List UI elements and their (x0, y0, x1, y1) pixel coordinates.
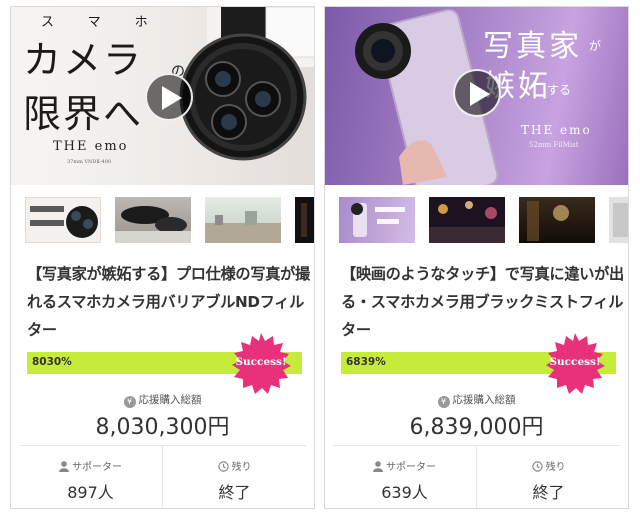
thumbnail-strip (25, 197, 314, 243)
thumbnail-graphic (30, 206, 98, 238)
thumbnail-3[interactable] (205, 197, 281, 243)
stats-row: サポーター 639人 残り 終了 (333, 445, 620, 508)
remaining-label: 残り (545, 462, 566, 473)
hero-title-line1: カメラ (23, 38, 144, 82)
play-icon (470, 82, 490, 106)
supporters-label-row: サポーター (19, 458, 162, 473)
person-icon (59, 461, 69, 472)
amount-label-row: ¥ 応援購入総額 (325, 392, 628, 408)
supporters-value: 897人 (67, 483, 114, 502)
supporters-label-row: サポーター (333, 458, 476, 473)
success-badge: Success! (543, 332, 607, 396)
thumbnail-2[interactable] (429, 197, 505, 243)
hero-particle: が (589, 39, 602, 53)
remaining-value: 終了 (218, 483, 251, 502)
amount-value: 8,030,300円 (95, 415, 230, 440)
hero-brand: THE emo (521, 123, 592, 137)
hero-title-line2: 限界へ (23, 92, 144, 136)
thumbnail-graphic (115, 206, 191, 243)
hero-title-line1: 写真家 (483, 29, 582, 64)
project-card[interactable]: スマホ カメラ の 限界へ THE emo 37mm VNDⅡ-400 【写真家… (10, 6, 315, 509)
yen-icon: ¥ (437, 396, 450, 408)
thumbnail-graphic (527, 201, 569, 241)
remaining-label-row: 残り (477, 458, 620, 473)
progress-percent: 8030% (32, 356, 72, 368)
remaining-stat: 残り 終了 (476, 446, 620, 508)
hero-brand: THE emo (53, 139, 129, 154)
amount-label-row: ¥ 応援購入総額 (11, 392, 314, 408)
remaining-label-row: 残り (163, 458, 306, 473)
remaining-value: 終了 (532, 483, 565, 502)
project-thumbnail[interactable]: スマホ カメラ の 限界へ THE emo 37mm VNDⅡ-400 (11, 7, 314, 185)
thumbnail-3[interactable] (519, 197, 595, 243)
play-button[interactable] (453, 69, 501, 117)
thumbnail-4[interactable] (295, 197, 314, 243)
yen-icon: ¥ (123, 396, 136, 408)
hero-model: 52mm FilMist (529, 141, 579, 149)
amount-label: 応援購入総額 (452, 394, 516, 406)
success-badge-label: Success! (549, 356, 601, 368)
remaining-label: 残り (231, 462, 252, 473)
success-badge-label: Success! (235, 356, 287, 368)
thumbnail-graphic (301, 203, 307, 237)
thumbnail-4[interactable] (609, 197, 628, 243)
clock-icon (217, 461, 229, 472)
thumbnail-1[interactable] (339, 197, 415, 243)
person-icon (373, 461, 383, 472)
supporters-value: 639人 (381, 483, 428, 502)
supporters-label: サポーター (386, 462, 436, 473)
supporters-stat: サポーター 639人 (333, 446, 476, 508)
progress-percent: 6839% (346, 356, 386, 368)
stats-row: サポーター 897人 残り 終了 (19, 445, 306, 508)
thumbnail-graphic (205, 211, 281, 243)
hero-model: 37mm VNDⅡ-400 (67, 159, 112, 165)
amount-label: 応援購入総額 (138, 394, 202, 406)
thumbnail-graphic (613, 203, 628, 237)
supporters-stat: サポーター 897人 (19, 446, 162, 508)
hero-kana: スマホ (41, 15, 182, 30)
clock-icon (531, 461, 543, 472)
thumbnail-graphic (351, 203, 405, 237)
thumbnail-graphic (429, 201, 505, 243)
play-icon (162, 86, 182, 110)
thumbnail-2[interactable] (115, 197, 191, 243)
hero-suffix: する (547, 83, 572, 97)
thumbnail-1[interactable] (25, 197, 101, 243)
remaining-stat: 残り 終了 (162, 446, 306, 508)
supporters-label: サポーター (72, 462, 122, 473)
amount-value: 6,839,000円 (409, 415, 544, 440)
project-card[interactable]: 写真家 が 嫉妬 する THE emo 52mm FilMist 【映画のような… (324, 6, 629, 509)
thumbnail-strip (339, 197, 628, 243)
project-thumbnail[interactable]: 写真家 が 嫉妬 する THE emo 52mm FilMist (325, 7, 628, 185)
play-button[interactable] (145, 73, 193, 121)
success-badge: Success! (229, 332, 293, 396)
